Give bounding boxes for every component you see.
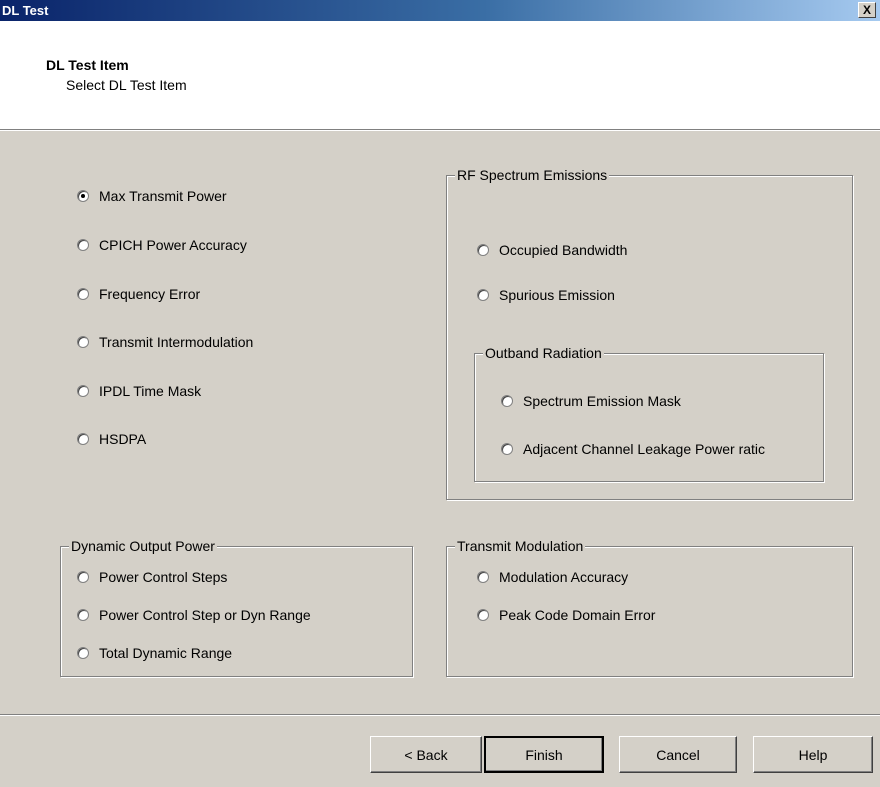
radio-button-icon[interactable] <box>77 609 89 621</box>
outband-radiation-group: Outband Radiation <box>474 344 824 482</box>
radio-button-icon[interactable] <box>77 385 89 397</box>
group-legend: RF Spectrum Emissions <box>455 166 610 184</box>
radio-button-icon[interactable] <box>77 647 89 659</box>
radio-button-icon[interactable] <box>477 609 489 621</box>
radio-button-icon[interactable] <box>477 244 489 256</box>
radio-button-icon[interactable] <box>77 288 89 300</box>
back-button[interactable]: < Back <box>370 736 482 773</box>
radio-button-icon[interactable] <box>501 443 513 455</box>
cancel-button[interactable]: Cancel <box>619 736 737 773</box>
wizard-header: DL Test Item Select DL Test Item <box>0 21 880 130</box>
group-legend: Dynamic Output Power <box>69 537 217 555</box>
group-legend: Outband Radiation <box>483 344 604 362</box>
radio-label: IPDL Time Mask <box>99 383 202 399</box>
radio-selected-dot <box>81 194 85 198</box>
radio-label: HSDPA <box>99 431 147 447</box>
footer-divider-highlight <box>0 715 880 716</box>
radio-label: CPICH Power Accuracy <box>99 237 247 253</box>
radio-label: Peak Code Domain Error <box>499 607 656 623</box>
radio-label: Frequency Error <box>99 286 201 302</box>
radio-label: Occupied Bandwidth <box>499 242 628 258</box>
radio-button-icon[interactable] <box>77 336 89 348</box>
radio-label: Adjacent Channel Leakage Power ratic <box>523 441 766 457</box>
radio-label: Max Transmit Power <box>99 188 227 204</box>
page-subtitle: Select DL Test Item <box>66 77 187 93</box>
radio-button-icon[interactable] <box>77 571 89 583</box>
window-title: DL Test <box>2 3 49 18</box>
radio-button-icon[interactable] <box>501 395 513 407</box>
close-button[interactable]: X <box>858 2 876 18</box>
radio-button-icon[interactable] <box>77 239 89 251</box>
title-bar: DL Test X <box>0 0 880 21</box>
radio-label: Modulation Accuracy <box>499 569 629 585</box>
radio-label: Spectrum Emission Mask <box>523 393 681 409</box>
group-legend: Transmit Modulation <box>455 537 586 555</box>
help-button[interactable]: Help <box>753 736 873 773</box>
page-title: DL Test Item <box>46 57 129 73</box>
radio-label: Power Control Step or Dyn Range <box>99 607 311 623</box>
finish-button[interactable]: Finish <box>484 736 604 773</box>
radio-button-icon[interactable] <box>77 433 89 445</box>
radio-label: Total Dynamic Range <box>99 645 233 661</box>
radio-label: Spurious Emission <box>499 287 615 303</box>
radio-label: Power Control Steps <box>99 569 228 585</box>
radio-label: Transmit Intermodulation <box>99 334 254 350</box>
header-divider <box>0 130 880 131</box>
radio-button-icon[interactable] <box>77 190 89 202</box>
radio-button-icon[interactable] <box>477 571 489 583</box>
radio-button-icon[interactable] <box>477 289 489 301</box>
